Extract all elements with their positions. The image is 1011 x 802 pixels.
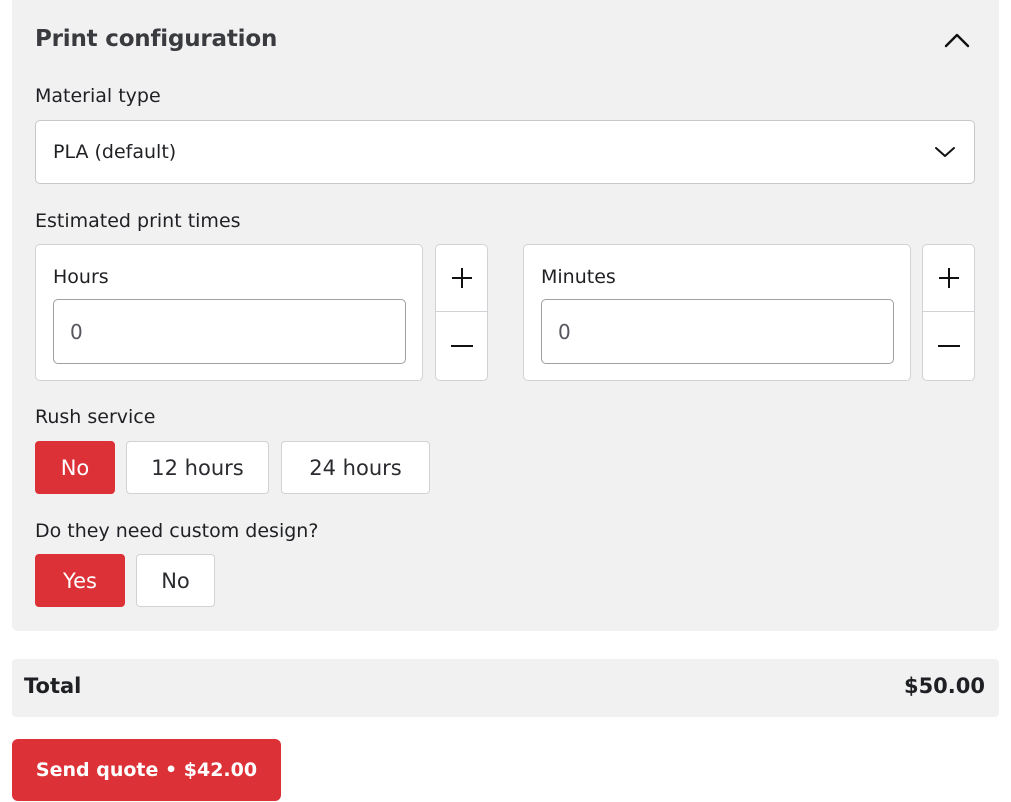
minutes-card: Minutes (523, 244, 911, 381)
print-configuration-panel: Print configuration Material type PLA (d… (12, 0, 999, 631)
rush-service-label: Rush service (35, 406, 156, 428)
chevron-up-icon (944, 33, 970, 48)
minus-icon (937, 344, 960, 347)
estimated-print-times-label: Estimated print times (35, 210, 241, 232)
rush-option-12-hours[interactable]: 12 hours (126, 441, 269, 494)
total-bar: Total $50.00 (12, 659, 999, 717)
total-label: Total (24, 674, 82, 698)
hours-label: Hours (53, 266, 109, 288)
minutes-stepper (922, 244, 975, 381)
minutes-increment-button[interactable] (923, 245, 974, 312)
total-value: $50.00 (903, 674, 985, 698)
custom-design-option-no[interactable]: No (136, 554, 215, 607)
chevron-down-icon (935, 147, 955, 157)
rush-option-no[interactable]: No (35, 441, 115, 494)
minus-icon (450, 344, 473, 347)
send-quote-button[interactable]: Send quote • $42.00 (12, 739, 281, 801)
material-type-label: Material type (35, 85, 161, 107)
custom-design-label: Do they need custom design? (35, 520, 319, 542)
minutes-label: Minutes (541, 266, 616, 288)
collapse-button[interactable] (940, 26, 974, 54)
hours-stepper (435, 244, 488, 381)
plus-icon (938, 268, 959, 288)
panel-title: Print configuration (35, 26, 278, 52)
minutes-input[interactable] (541, 299, 894, 364)
material-type-value: PLA (default) (53, 141, 177, 163)
hours-increment-button[interactable] (436, 245, 487, 312)
rush-option-24-hours[interactable]: 24 hours (281, 441, 430, 494)
custom-design-option-yes[interactable]: Yes (35, 554, 125, 607)
hours-input[interactable] (53, 299, 406, 364)
hours-card: Hours (35, 244, 423, 381)
hours-decrement-button[interactable] (436, 312, 487, 379)
plus-icon (451, 268, 472, 288)
minutes-decrement-button[interactable] (923, 312, 974, 379)
material-type-select[interactable]: PLA (default) (35, 120, 975, 184)
